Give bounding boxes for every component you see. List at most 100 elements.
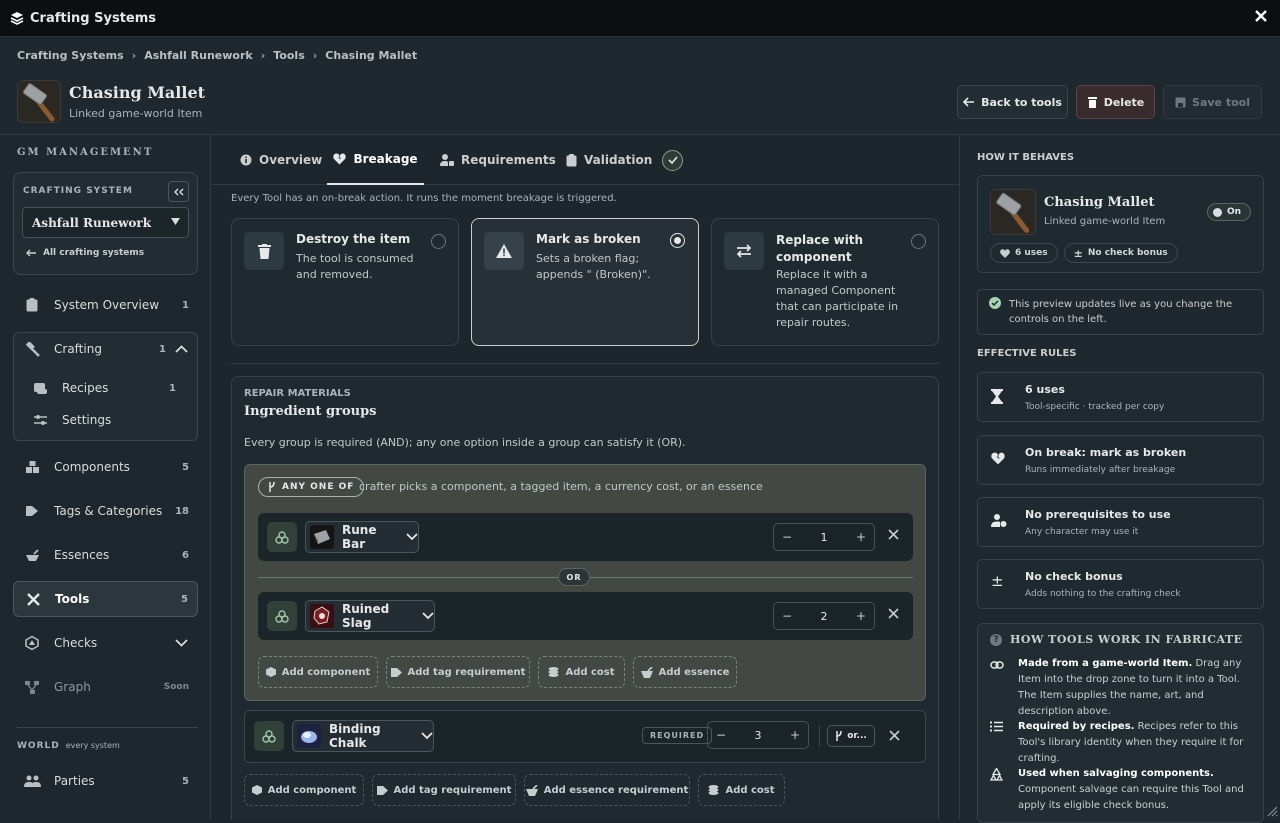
- remove-group-icon[interactable]: [889, 730, 900, 741]
- preview-note: This preview updates live as you change …: [977, 289, 1264, 335]
- enabled-toggle[interactable]: On: [1207, 203, 1251, 221]
- sidebar-item-checks[interactable]: Checks: [13, 625, 198, 661]
- user-check-icon: [991, 514, 1007, 527]
- main-panel: Overview Breakage Requirements Validatio…: [211, 135, 959, 820]
- quantity-stepper[interactable]: − 2 +: [773, 602, 875, 630]
- tag-icon: [390, 667, 402, 677]
- button-label: Add tag requirement: [407, 666, 526, 678]
- crafting-system-select[interactable]: Ashfall Runework: [22, 207, 189, 238]
- component-select[interactable]: Binding Chalk: [292, 720, 434, 752]
- button-label: Add component: [267, 784, 357, 796]
- breadcrumb-item[interactable]: Tools: [273, 49, 304, 62]
- nav-label: Essences: [54, 548, 110, 562]
- sidebar-item-system-overview[interactable]: System Overview 1: [13, 287, 198, 323]
- world-sub: every system: [65, 741, 120, 750]
- chip-label: No check bonus: [1087, 248, 1168, 258]
- group-hint: crafter picks a component, a tagged item…: [359, 480, 763, 493]
- option-radio[interactable]: [911, 234, 926, 249]
- crafting-system-label: CRAFTING SYSTEM: [23, 186, 133, 196]
- ingredient-row: Ruined Slag − 2 +: [258, 592, 913, 640]
- validation-check-badge: [662, 149, 684, 171]
- button-label: Add cost: [725, 784, 775, 796]
- sidebar-item-settings[interactable]: Settings: [21, 402, 191, 438]
- breadcrumb-item[interactable]: Crafting Systems: [17, 49, 124, 62]
- close-icon[interactable]: [1254, 9, 1268, 23]
- option-radio[interactable]: [431, 234, 446, 249]
- all-crafting-systems-link[interactable]: All crafting systems: [26, 248, 144, 258]
- chevron-up-icon[interactable]: [175, 345, 188, 353]
- option-replace-card[interactable]: Replace with component Replace it with a…: [711, 218, 939, 346]
- quantity-stepper[interactable]: − 3 +: [707, 721, 809, 749]
- sidebar-item-components[interactable]: Components 5: [13, 449, 198, 485]
- sidebar-item-crafting[interactable]: Crafting 1: [13, 331, 198, 367]
- add-component-button[interactable]: Add component: [258, 656, 378, 688]
- rule-sub: Runs immediately after breakage: [1025, 465, 1176, 475]
- component-select[interactable]: Ruined Slag: [305, 600, 435, 632]
- tab-label: Overview: [259, 153, 323, 167]
- back-to-tools-button[interactable]: Back to tools: [957, 85, 1068, 119]
- page-header: Crafting Systems › Ashfall Runework › Tool…: [0, 37, 1280, 135]
- rule-sub: Any character may use it: [1025, 527, 1139, 537]
- sidebar-item-parties[interactable]: Parties 5: [13, 763, 198, 799]
- sidebar-item-tools[interactable]: Tools 5: [13, 581, 198, 617]
- how-item-bold: Used when salvaging components.: [1018, 768, 1214, 779]
- window-titlebar: Crafting Systems: [0, 0, 1280, 37]
- tab-validation[interactable]: Validation: [566, 135, 684, 185]
- sidebar-item-recipes[interactable]: Recipes 1: [21, 370, 191, 406]
- button-label: Add essence: [658, 666, 730, 678]
- option-mark-broken-card[interactable]: Mark as broken Sets a broken flag; appen…: [471, 218, 699, 346]
- resize-handle-icon[interactable]: [1267, 806, 1278, 817]
- add-essence-button[interactable]: Add essence: [633, 656, 737, 688]
- add-cost-button[interactable]: Add cost: [698, 774, 785, 806]
- collapse-sidebar-button[interactable]: [168, 181, 189, 202]
- quantity-stepper[interactable]: − 1 +: [773, 523, 875, 551]
- cubes-icon: [23, 460, 41, 474]
- nav-count: 5: [182, 775, 189, 787]
- minus-icon[interactable]: −: [782, 609, 792, 623]
- component-name: Rune Bar: [342, 523, 377, 551]
- rule-uses: 6 uses Tool-specific · tracked per copy: [977, 372, 1264, 422]
- delete-button[interactable]: Delete: [1076, 85, 1155, 119]
- nav-count: 1: [182, 299, 189, 311]
- dice-icon: [23, 636, 41, 650]
- nav-count: Soon: [163, 682, 189, 692]
- plus-icon[interactable]: +: [790, 728, 800, 742]
- remove-row-icon[interactable]: [888, 608, 899, 619]
- tab-requirements[interactable]: Requirements: [440, 135, 556, 185]
- option-radio-selected[interactable]: [670, 233, 685, 248]
- users-icon: [23, 775, 41, 788]
- check-bonus-chip: ± No check bonus: [1063, 243, 1178, 263]
- repair-desc: Every group is required (AND); any one o…: [244, 436, 686, 449]
- nav-label: Parties: [54, 774, 95, 788]
- remove-row-icon[interactable]: [888, 529, 899, 540]
- repair-materials-card: REPAIR MATERIALS Ingredient groups Every…: [231, 376, 939, 820]
- add-tag-requirement-button[interactable]: Add tag requirement: [386, 656, 530, 688]
- sidebar-item-essences[interactable]: Essences 6: [13, 537, 198, 573]
- arrow-left-icon: [26, 249, 36, 257]
- add-essence-requirement-button[interactable]: Add essence requirement: [524, 774, 690, 806]
- add-component-button[interactable]: Add component: [244, 774, 364, 806]
- add-cost-button[interactable]: Add cost: [538, 656, 625, 688]
- page-title: Chasing Mallet: [69, 83, 206, 102]
- breadcrumb-current: Chasing Mallet: [325, 49, 418, 62]
- ruined-slag-icon: [310, 604, 334, 628]
- component-select[interactable]: Rune Bar: [305, 521, 419, 553]
- breadcrumb-item[interactable]: Ashfall Runework: [144, 49, 253, 62]
- quantity-value: 2: [820, 609, 828, 623]
- add-tag-requirement-button[interactable]: Add tag requirement: [372, 774, 516, 806]
- user-lock-icon: [440, 154, 454, 166]
- save-tool-button[interactable]: Save tool: [1163, 85, 1262, 119]
- sidebar-item-tags-categories[interactable]: Tags & Categories 18: [13, 493, 198, 529]
- crafting-system-value: Ashfall Runework: [32, 215, 152, 230]
- minus-icon[interactable]: −: [716, 728, 726, 742]
- nav-count: 5: [181, 593, 188, 605]
- add-alternative-button[interactable]: or...: [827, 725, 875, 747]
- tab-breakage[interactable]: Breakage: [327, 135, 424, 185]
- rule-prerequisites: No prerequisites to use Any character may…: [977, 497, 1264, 547]
- tab-overview[interactable]: Overview: [240, 135, 322, 185]
- plus-icon[interactable]: +: [856, 530, 866, 544]
- plus-icon[interactable]: +: [856, 609, 866, 623]
- minus-icon[interactable]: −: [782, 530, 792, 544]
- hammer-icon: [23, 341, 41, 357]
- option-destroy-card[interactable]: Destroy the item The tool is consumed an…: [231, 218, 459, 346]
